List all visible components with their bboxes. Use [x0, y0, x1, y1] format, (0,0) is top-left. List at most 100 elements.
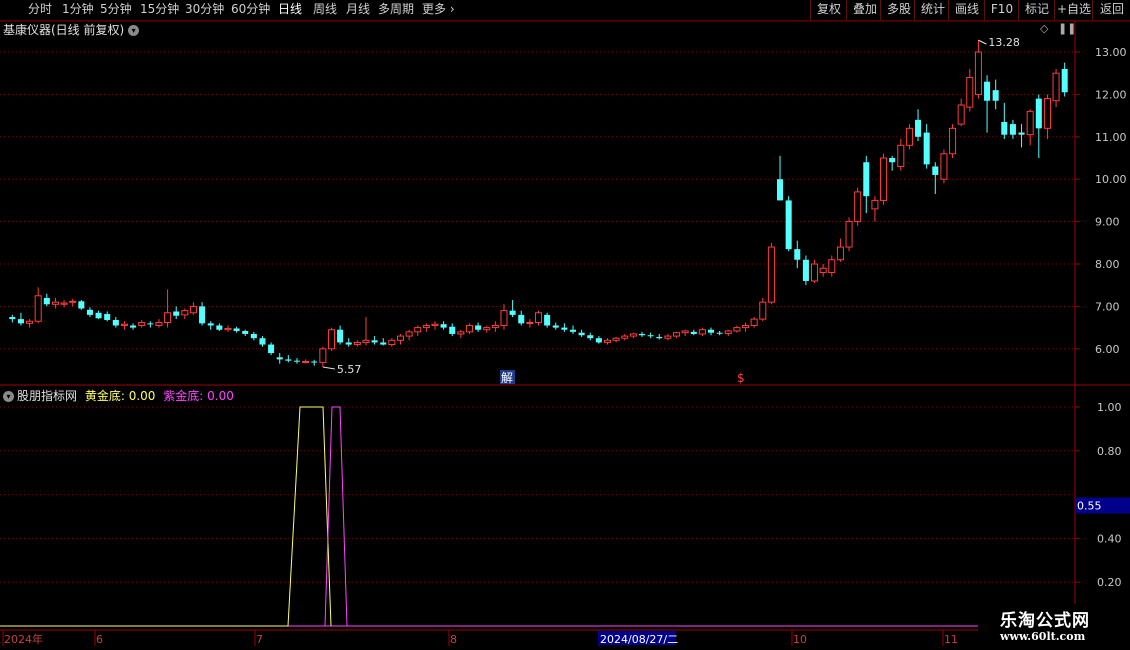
- candle-body-down: [207, 323, 214, 326]
- candle-body-down: [932, 166, 939, 175]
- candle-body-down: [561, 327, 568, 330]
- current-value-label: 0.55: [1077, 500, 1102, 513]
- candle-body-down: [380, 342, 387, 345]
- candle-body-down: [777, 179, 784, 201]
- candle-body-up: [526, 322, 534, 325]
- candle-body-up: [836, 246, 844, 261]
- chart-canvas[interactable]: 13.28 5.57 解 $ 13.00 12.00 11.00 10.00 9.00 8.00…: [0, 0, 1130, 650]
- chevron-down-icon[interactable]: ▾: [3, 391, 14, 402]
- indicator-name: 股朋指标网: [17, 389, 78, 403]
- candle-body-down: [1001, 121, 1008, 135]
- candle-body-down: [130, 325, 137, 328]
- candle-body-down: [647, 335, 654, 337]
- watermark-title: 乐淘公式网: [1000, 611, 1090, 631]
- yellow-value: 0.00: [128, 389, 156, 403]
- candle-body-down: [518, 314, 525, 324]
- price-tick-label: 11.00: [1095, 131, 1127, 144]
- candle-body-down: [915, 119, 922, 137]
- candle-body-down: [112, 319, 119, 326]
- candle-body-down: [984, 81, 991, 101]
- candle-body-down: [259, 338, 266, 345]
- candle-body-down: [242, 330, 249, 334]
- candle-body-down: [587, 335, 594, 339]
- candle-body-up: [405, 331, 413, 337]
- low-pointer: [322, 366, 335, 370]
- candle-body-up: [681, 330, 689, 334]
- candlestick-series: 13.28 5.57 解 $: [9, 36, 1068, 385]
- price-tick-label: 9.00: [1095, 216, 1120, 229]
- candle-body-up: [60, 302, 68, 305]
- candle-body-up: [664, 335, 672, 339]
- candle-body-down: [104, 314, 111, 320]
- chart-controls[interactable]: ◇ ❚❚: [1040, 22, 1076, 35]
- candle-body-up: [302, 361, 310, 364]
- candle-body-down: [86, 309, 93, 315]
- candle-body-down: [268, 344, 275, 354]
- event-marker-s: $: [737, 371, 745, 385]
- candle-body-down: [449, 326, 456, 334]
- candle-body-up: [905, 127, 913, 146]
- price-tick-label: 13.00: [1095, 46, 1127, 59]
- candle-body-up: [534, 312, 543, 324]
- candle-body-down: [552, 325, 559, 328]
- indicator-title[interactable]: ▾ 股朋指标网 黄金底: 0.00 紫金底: 0.00: [3, 387, 234, 404]
- candle-body-down: [199, 306, 206, 324]
- candle-body-up: [1026, 110, 1034, 136]
- candle-body-up: [181, 310, 189, 316]
- candle-body-up: [120, 323, 128, 326]
- date-label: 10: [793, 633, 807, 646]
- date-label: 11: [944, 633, 958, 646]
- candle-body-up: [327, 329, 335, 350]
- date-label: 8: [450, 633, 457, 646]
- diamond-icon[interactable]: ◇: [1040, 22, 1048, 35]
- candle-body-up: [871, 199, 879, 210]
- purple-value: 0.00: [207, 389, 234, 403]
- candle-body-up: [353, 341, 361, 346]
- candle-body-down: [371, 340, 378, 343]
- candle-body-up: [845, 221, 853, 248]
- candle-body-up: [457, 331, 465, 335]
- candle-body-up: [974, 51, 982, 95]
- candle-body-up: [742, 324, 750, 329]
- candle-body-up: [224, 327, 232, 331]
- candle-body-up: [612, 337, 620, 341]
- candle-body-down: [276, 357, 283, 360]
- candle-body-down: [285, 359, 292, 361]
- candle-body-up: [767, 246, 775, 303]
- chart-title[interactable]: 基康仪器(日线 前复权) ▾: [3, 21, 140, 38]
- candle-body-up: [629, 333, 637, 337]
- price-tick-label: 10.00: [1095, 173, 1127, 186]
- price-tick-label: 7.00: [1095, 300, 1120, 313]
- indicator-tick-label: 0.20: [1097, 576, 1122, 589]
- candle-body-down: [802, 259, 809, 281]
- candle-body-down: [1009, 124, 1016, 135]
- candle-body-down: [569, 329, 577, 332]
- candle-body-down: [544, 314, 551, 326]
- candle-body-up: [672, 332, 681, 337]
- candle-body-up: [500, 310, 508, 326]
- candle-body-down: [216, 325, 223, 330]
- candle-body-down: [250, 333, 257, 339]
- candle-body-down: [794, 249, 801, 260]
- candle-body-up: [759, 301, 767, 320]
- indicator-axis: 1.00 0.80 0.40 0.20 0.55: [1075, 401, 1130, 589]
- pause-icon[interactable]: ❚❚: [1058, 22, 1076, 35]
- candle-body-up: [811, 263, 819, 282]
- price-tick-label: 12.00: [1095, 88, 1127, 101]
- purple-label: 紫金底:: [163, 389, 204, 403]
- candle-body-up: [491, 324, 499, 329]
- candle-body-down: [785, 200, 792, 250]
- high-pointer: [978, 39, 987, 45]
- date-label: 2024/08/27/二: [600, 633, 678, 646]
- candle-body-down: [475, 325, 482, 330]
- candle-body-up: [483, 327, 491, 331]
- indicator-tick-label: 0.80: [1097, 445, 1122, 458]
- candle-body-down: [1061, 68, 1068, 93]
- candle-body-up: [750, 318, 758, 326]
- candle-body-up: [1043, 98, 1051, 129]
- candle-body-up: [966, 76, 974, 108]
- candle-body-up: [819, 267, 827, 273]
- candle-body-up: [319, 348, 327, 363]
- candle-body-up: [388, 339, 396, 346]
- chevron-down-icon[interactable]: ▾: [128, 25, 140, 36]
